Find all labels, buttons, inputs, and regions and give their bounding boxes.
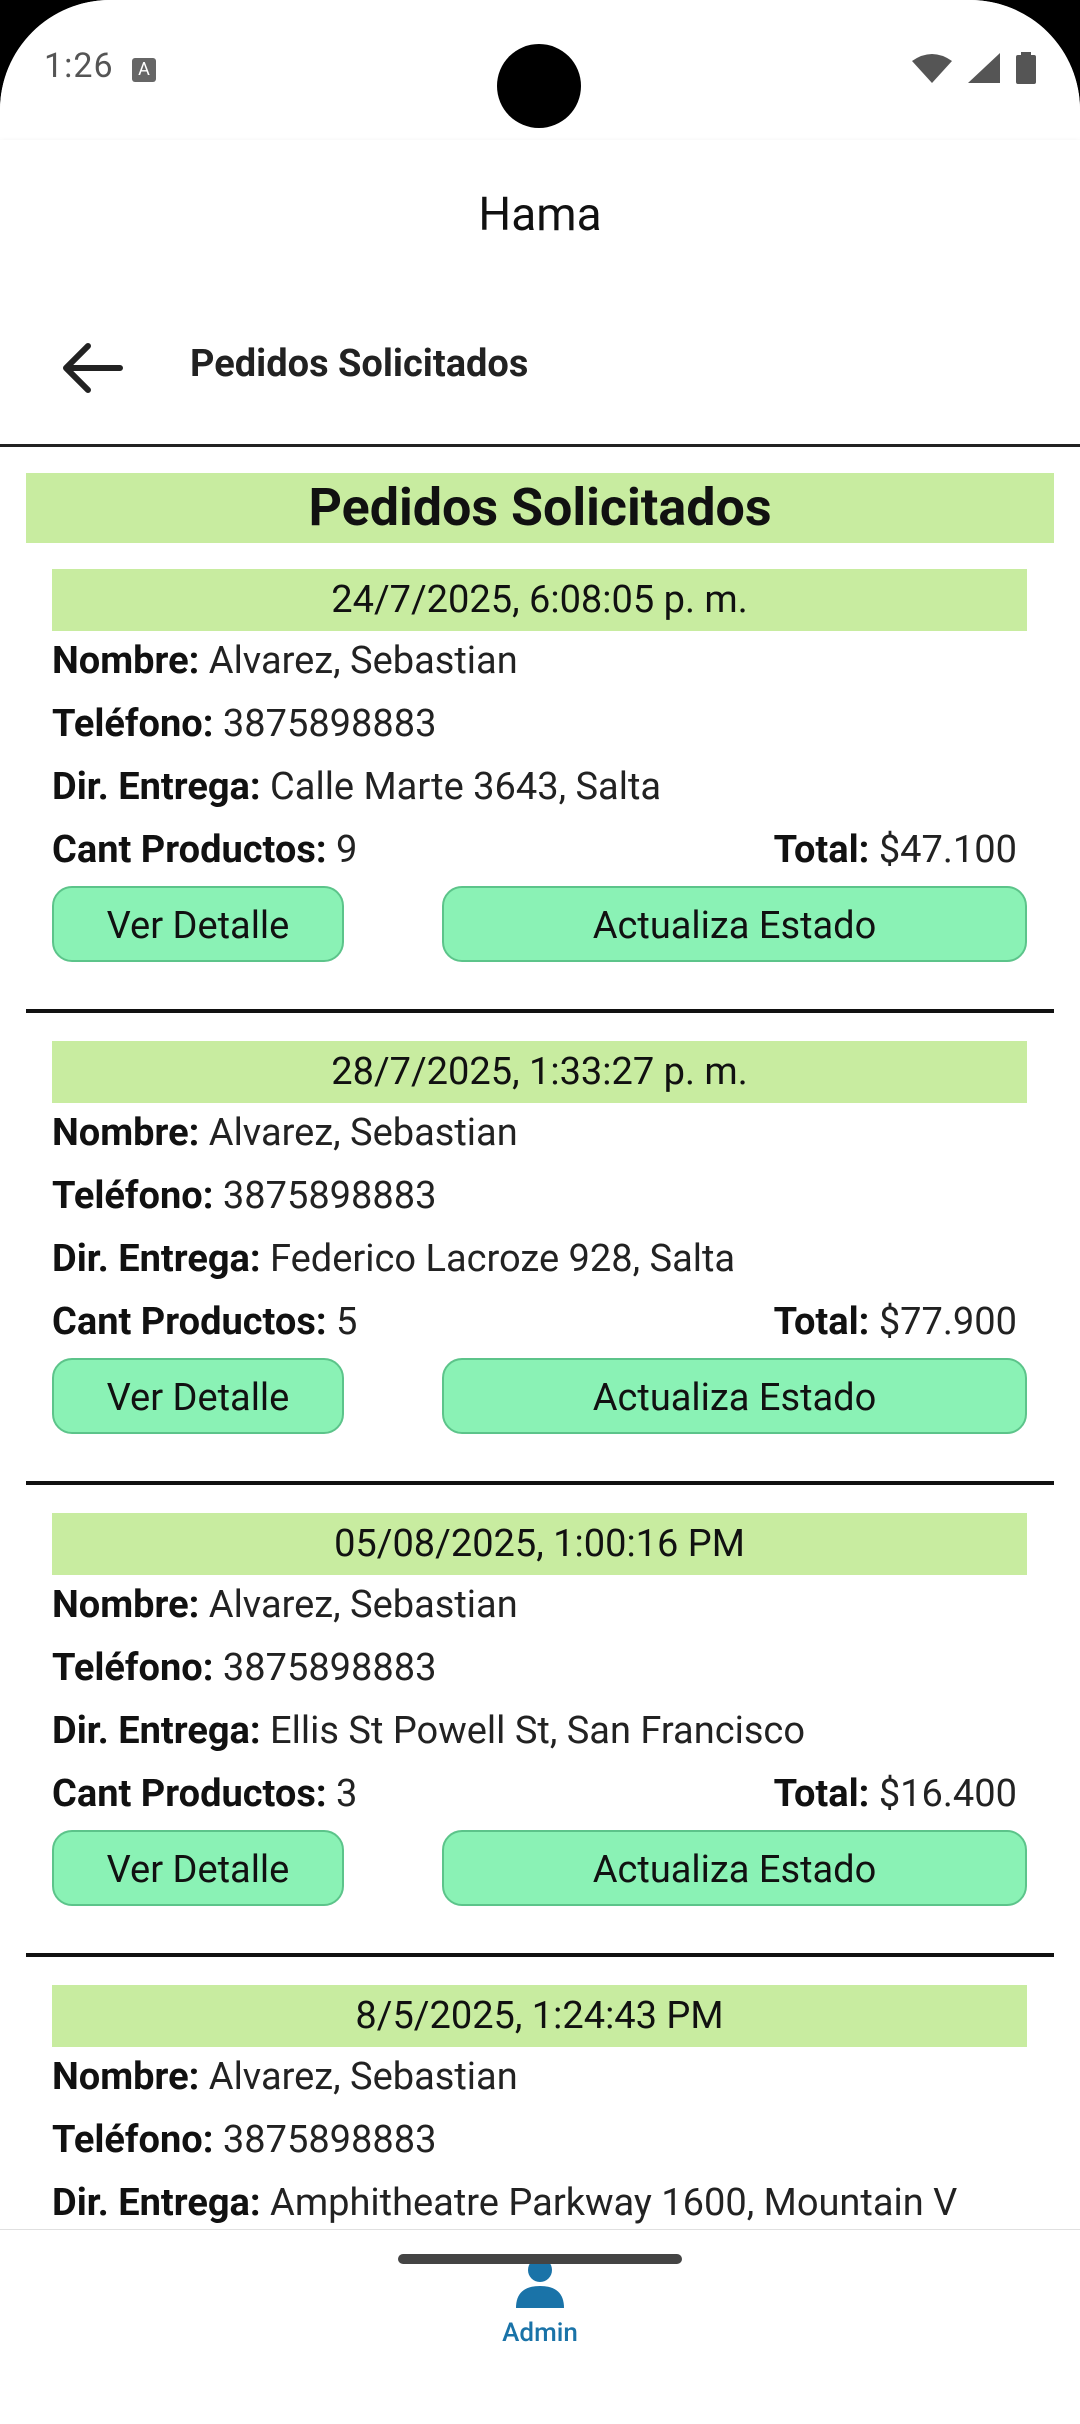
order-address-row: Dir. Entrega: Federico Lacroze 928, Salt… [52,1237,735,1281]
notification-icon: A [132,58,156,82]
wifi-icon [912,54,952,83]
name-label: Nombre: [52,2055,200,2099]
address-label: Dir. Entrega: [52,1709,261,1753]
order-name-row: Nombre: Alvarez, Sebastian [52,639,518,683]
order-date: 8/5/2025, 1:24:43 PM [52,1985,1027,2047]
app-header: Hama [0,140,1080,290]
actualiza-estado-button[interactable]: Actualiza Estado [442,1358,1027,1434]
name-label: Nombre: [52,1111,200,1155]
address-value: Ellis St Powell St, San Francisco [270,1709,805,1753]
page-title: Pedidos Solicitados [26,473,1054,543]
quantity-label: Cant Productos: [52,1772,327,1816]
camera-cutout [497,44,581,128]
battery-icon [1016,52,1036,84]
toolbar-title: Pedidos Solicitados [190,342,529,386]
status-bar: 1:26 A [0,0,1080,140]
order-quantity-row: Cant Productos: 9 [52,828,357,872]
order-phone-row: Teléfono: 3875898883 [52,2118,436,2162]
phone-value: 3875898883 [222,702,437,746]
actualiza-estado-button[interactable]: Actualiza Estado [442,1830,1027,1906]
orders-list[interactable]: Pedidos Solicitados 24/7/2025, 6:08:05 p… [0,447,1080,2229]
address-value: Calle Marte 3643, Salta [270,765,662,809]
quantity-value: 3 [336,1772,358,1816]
status-time: 1:26 [44,46,114,86]
phone-label: Teléfono: [52,702,214,746]
name-value: Alvarez, Sebastian [208,639,518,683]
divider [26,1953,1054,1957]
toolbar: Pedidos Solicitados [0,290,1080,447]
phone-label: Teléfono: [52,1174,214,1218]
name-label: Nombre: [52,1583,200,1627]
name-value: Alvarez, Sebastian [208,2055,518,2099]
screen: 1:26 A Hama Pedidos Solicitados Pedidos … [0,0,1080,2424]
name-value: Alvarez, Sebastian [208,1111,518,1155]
back-arrow-icon[interactable] [60,342,130,394]
home-indicator[interactable] [398,2254,682,2264]
order-date: 28/7/2025, 1:33:27 p. m. [52,1041,1027,1103]
address-label: Dir. Entrega: [52,765,261,809]
order-card: 05/08/2025, 1:00:16 PM Nombre: Alvarez, … [0,1513,1080,1985]
order-address-row: Dir. Entrega: Ellis St Powell St, San Fr… [52,1709,805,1753]
name-label: Nombre: [52,639,200,683]
order-name-row: Nombre: Alvarez, Sebastian [52,2055,518,2099]
total-value: $77.900 [878,1300,1017,1344]
total-label: Total: [773,828,870,872]
address-value: Federico Lacroze 928, Salta [270,1237,736,1281]
order-total: Total: $16.400 [774,1772,1017,1816]
nav-item-label: Admin [502,2318,578,2348]
order-card: 24/7/2025, 6:08:05 p. m. Nombre: Alvarez… [0,569,1080,1041]
ver-detalle-button[interactable]: Ver Detalle [52,1830,344,1906]
order-card: 8/5/2025, 1:24:43 PM Nombre: Alvarez, Se… [0,1985,1080,2229]
order-name-row: Nombre: Alvarez, Sebastian [52,1111,518,1155]
phone-value: 3875898883 [222,1174,437,1218]
name-value: Alvarez, Sebastian [208,1583,518,1627]
phone-value: 3875898883 [222,1646,437,1690]
address-label: Dir. Entrega: [52,1237,261,1281]
actualiza-estado-button[interactable]: Actualiza Estado [442,886,1027,962]
ver-detalle-button[interactable]: Ver Detalle [52,1358,344,1434]
order-card: 28/7/2025, 1:33:27 p. m. Nombre: Alvarez… [0,1041,1080,1513]
total-label: Total: [773,1772,870,1816]
nav-item-admin[interactable]: Admin [480,2254,600,2348]
order-name-row: Nombre: Alvarez, Sebastian [52,1583,518,1627]
divider [26,1009,1054,1013]
phone-label: Teléfono: [52,2118,214,2162]
order-quantity-row: Cant Productos: 3 [52,1772,357,1816]
order-address-row: Dir. Entrega: Calle Marte 3643, Salta [52,765,661,809]
order-total: Total: $77.900 [774,1300,1017,1344]
order-quantity-row: Cant Productos: 5 [52,1300,357,1344]
signal-icon [968,53,1000,83]
order-phone-row: Teléfono: 3875898883 [52,1646,436,1690]
address-value: Amphitheatre Parkway 1600, Mountain V [270,2181,958,2225]
address-label: Dir. Entrega: [52,2181,261,2225]
total-value: $16.400 [878,1772,1017,1816]
phone-label: Teléfono: [52,1646,214,1690]
divider [26,1481,1054,1485]
order-phone-row: Teléfono: 3875898883 [52,702,436,746]
status-icons [912,52,1036,84]
order-phone-row: Teléfono: 3875898883 [52,1174,436,1218]
app-title: Hama [478,188,602,242]
total-value: $47.100 [878,828,1017,872]
order-date: 05/08/2025, 1:00:16 PM [52,1513,1027,1575]
order-total: Total: $47.100 [774,828,1017,872]
quantity-label: Cant Productos: [52,1300,327,1344]
order-date: 24/7/2025, 6:08:05 p. m. [52,569,1027,631]
phone-value: 3875898883 [222,2118,437,2162]
quantity-label: Cant Productos: [52,828,327,872]
quantity-value: 9 [336,828,358,872]
total-label: Total: [773,1300,870,1344]
quantity-value: 5 [336,1300,358,1344]
order-address-row: Dir. Entrega: Amphitheatre Parkway 1600,… [52,2181,957,2225]
ver-detalle-button[interactable]: Ver Detalle [52,886,344,962]
